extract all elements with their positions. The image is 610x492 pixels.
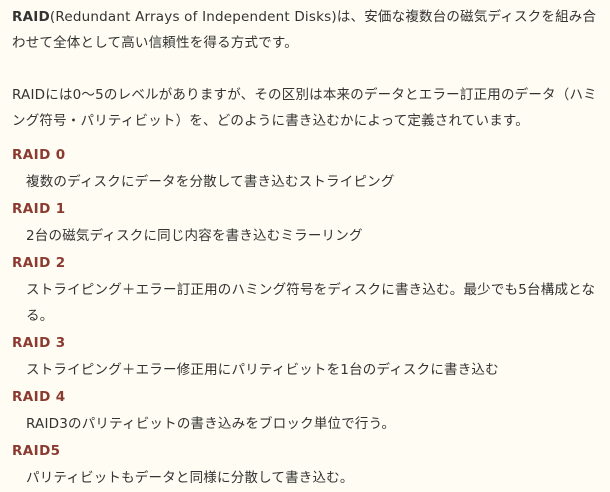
raid-level-description: 複数のディスクにデータを分散して書き込むストライピング xyxy=(26,174,395,190)
raid-level-term: RAID 3 xyxy=(12,335,66,351)
raid-level-description: パリティビットもデータと同様に分散して書き込む。 xyxy=(26,470,354,486)
raid-level-term: RAID 2 xyxy=(12,255,66,271)
intro-paragraph-definition: RAID(Redundant Arrays of Independent Dis… xyxy=(12,4,598,56)
raid-term: RAID xyxy=(12,9,50,25)
raid-level-term: RAID 1 xyxy=(12,201,66,217)
intro-paragraph-levels: RAIDには0〜5のレベルがありますが、その区別は本来のデータとエラー訂正用のデ… xyxy=(12,87,597,129)
raid-definition-text: (Redundant Arrays of Independent Disks)は… xyxy=(12,9,597,51)
raid-level-description: ストライピング＋エラー修正用にパリティビットを1台のディスクに書き込む xyxy=(26,362,499,378)
raid-level-description: ストライピング＋エラー訂正用のハミング符号をディスクに書き込む。最少でも5台構成… xyxy=(26,282,596,324)
raid-level-term: RAID 0 xyxy=(12,147,66,163)
raid-level-description: 2台の磁気ディスクに同じ内容を書き込むミラーリング xyxy=(26,228,363,244)
raid-level-term: RAID 4 xyxy=(12,389,66,405)
raid-level-list: RAID 0 複数のディスクにデータを分散して書き込むストライピング RAID … xyxy=(12,142,598,492)
raid-level-term: RAID5 xyxy=(12,443,61,459)
article-content: RAID(Redundant Arrays of Independent Dis… xyxy=(0,0,610,486)
raid-level-description: RAID3のパリティビットの書き込みをブロック単位で行う。 xyxy=(26,416,396,432)
